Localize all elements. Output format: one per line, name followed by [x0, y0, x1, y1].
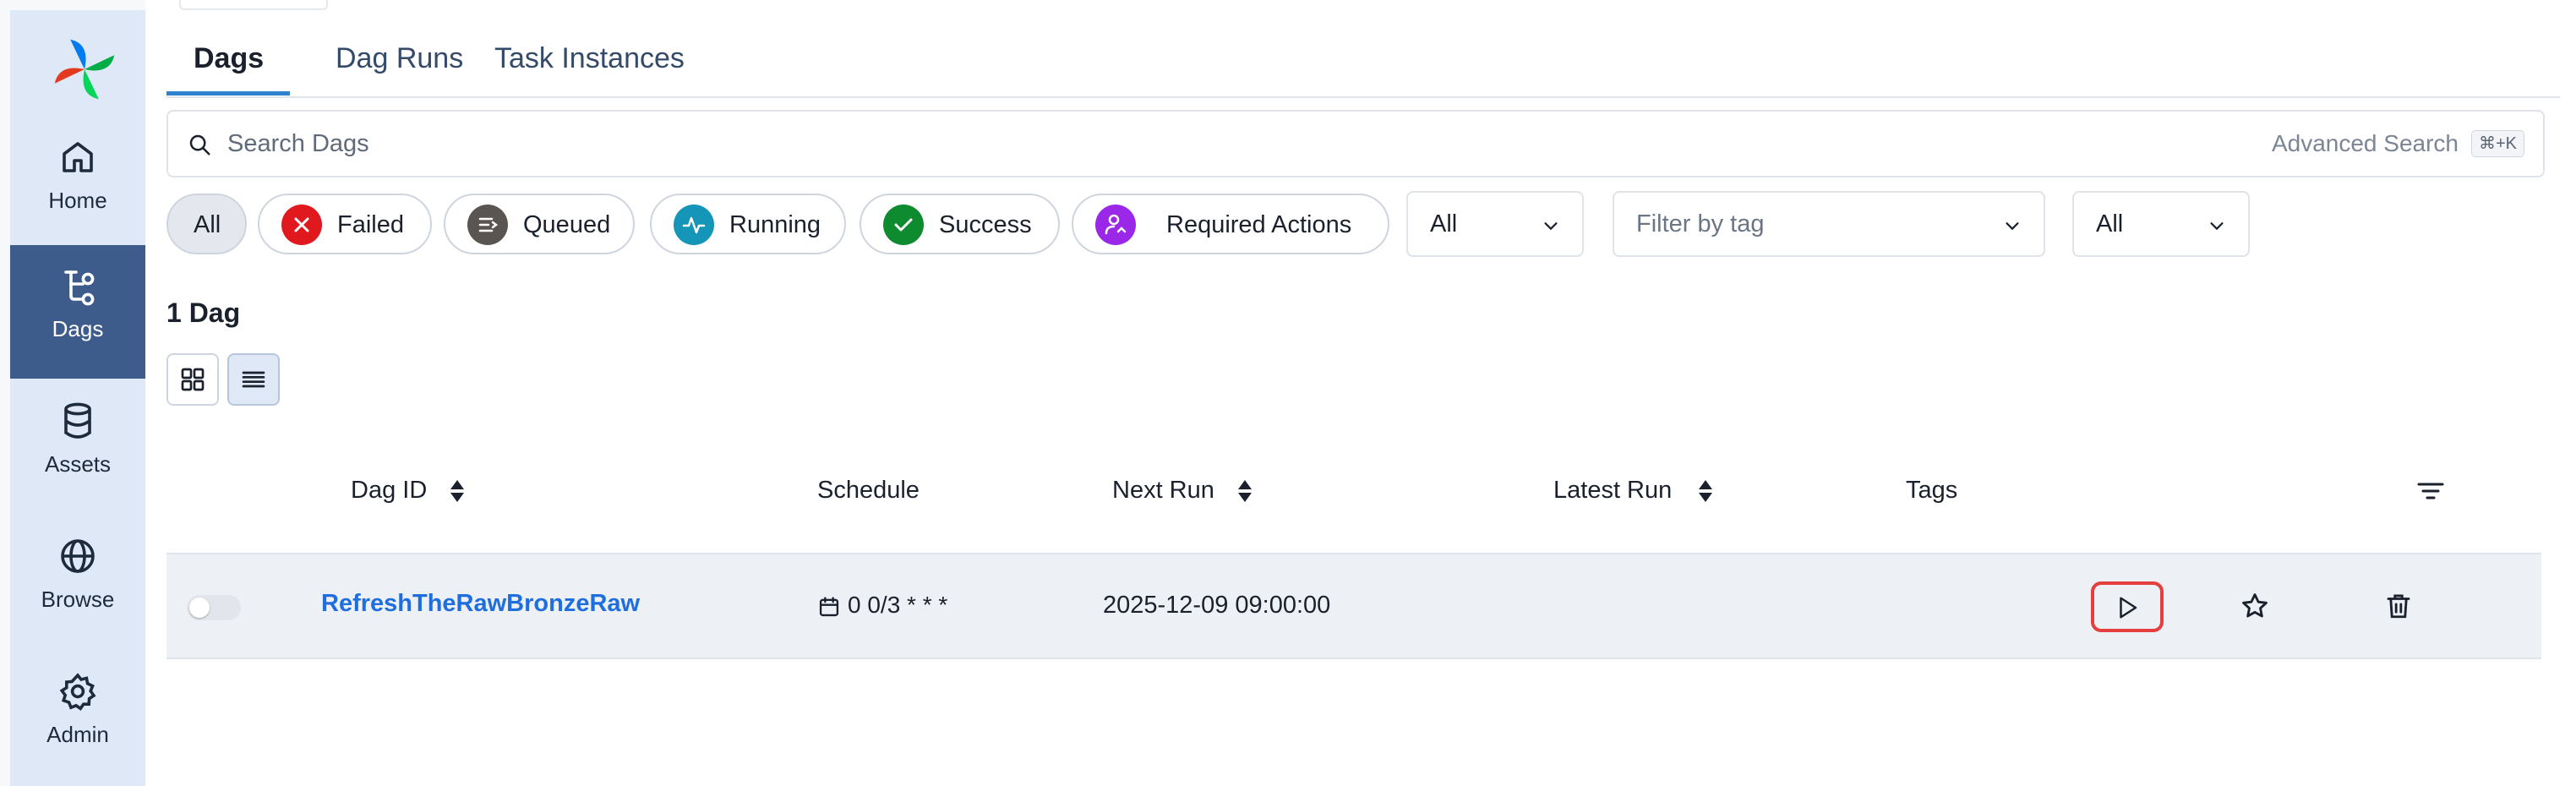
grid-icon — [181, 368, 205, 391]
column-header-next-run[interactable]: Next Run — [1112, 477, 1214, 505]
activity-icon — [674, 205, 714, 245]
active-tab-indicator — [166, 91, 290, 96]
filter-chip-failed[interactable]: Failed — [258, 194, 432, 254]
filter-chip-queued[interactable]: Queued — [444, 194, 635, 254]
chip-label: Success — [939, 211, 1032, 238]
chip-label: Running — [729, 211, 821, 238]
sidebar-item-dags[interactable]: Dags — [10, 245, 145, 379]
tab-bar: Dags Dag Runs Task Instances — [166, 34, 2560, 98]
tag-filter-select[interactable]: Filter by tag — [1613, 191, 2045, 257]
column-header-dag-id[interactable]: Dag ID — [351, 477, 427, 505]
filter-chip-all[interactable]: All — [166, 194, 247, 254]
column-filter-icon[interactable] — [2415, 478, 2446, 504]
search-input[interactable] — [226, 122, 1750, 166]
paused-select[interactable]: All — [1406, 191, 1584, 257]
column-header-schedule: Schedule — [817, 477, 920, 504]
tab-task-instances[interactable]: Task Instances — [494, 42, 685, 75]
main-content: Dags Dag Runs Task Instances Advanced Se… — [145, 0, 2576, 786]
chip-label: All — [194, 211, 221, 238]
select-value: All — [2096, 210, 2124, 237]
trigger-dag-button[interactable] — [2091, 581, 2164, 632]
search-icon — [189, 134, 210, 156]
filter-chip-running[interactable]: Running — [650, 194, 846, 254]
chevron-down-icon — [2210, 222, 2224, 231]
sidebar-item-label: Home — [48, 188, 107, 213]
sidebar-item-assets[interactable]: Assets — [10, 380, 145, 514]
sort-icon[interactable] — [1696, 478, 1715, 504]
chevron-down-icon — [2006, 222, 2019, 231]
table-row: RefreshTheRawBronzeRaw 0 0/3 * * * 2025-… — [166, 553, 2541, 659]
pause-toggle[interactable] — [187, 595, 241, 620]
filter-chip-required-actions[interactable]: Required Actions — [1072, 194, 1389, 254]
queue-icon — [467, 205, 508, 245]
chip-label: Failed — [337, 211, 404, 238]
tag-mode-select[interactable]: All — [2072, 191, 2250, 257]
airflow-logo[interactable] — [49, 34, 120, 105]
sidebar-item-browse[interactable]: Browse — [10, 516, 145, 649]
tab-label: Dags — [194, 42, 265, 74]
database-icon — [64, 402, 91, 439]
table-view-button[interactable] — [227, 353, 280, 406]
select-value: All — [1430, 210, 1458, 237]
results-count: 1 Dag — [166, 297, 241, 328]
gear-icon — [59, 673, 96, 711]
play-icon — [2120, 597, 2137, 619]
dags-icon — [64, 270, 95, 306]
star-icon[interactable] — [2240, 592, 2269, 620]
select-placeholder: Filter by tag — [1636, 210, 1765, 237]
tab-dags[interactable]: Dags — [194, 42, 264, 75]
sidebar-item-label: Assets — [44, 451, 112, 477]
tab-label: Task Instances — [494, 42, 685, 74]
column-header-latest-run[interactable]: Latest Run — [1553, 477, 1672, 505]
search-bar: Advanced Search ⌘+K — [166, 110, 2545, 177]
sidebar-item-admin[interactable]: Admin — [10, 651, 145, 784]
toggle-knob — [189, 598, 210, 618]
sidebar-item-label: Browse — [41, 587, 115, 612]
column-header-tags: Tags — [1906, 477, 1958, 504]
advanced-search-link[interactable]: Advanced Search — [2272, 130, 2459, 157]
tab-label: Dag Runs — [336, 42, 464, 74]
browser-tab-stub — [179, 0, 328, 10]
chip-label: Queued — [523, 211, 611, 238]
sidebar-item-home[interactable]: Home — [10, 117, 145, 250]
check-icon — [883, 205, 924, 245]
keyboard-shortcut-badge: ⌘+K — [2470, 130, 2524, 157]
sidebar-item-label: Dags — [52, 316, 104, 341]
sidebar: Home Dags Assets Browse Admin — [10, 10, 145, 786]
user-action-icon — [1095, 205, 1136, 245]
next-run-value: 2025-12-09 09:00:00 — [1103, 592, 1331, 619]
chevron-down-icon — [1544, 222, 1558, 231]
chip-label: Required Actions — [1166, 211, 1352, 238]
trash-icon[interactable] — [2384, 592, 2413, 620]
x-icon — [281, 205, 322, 245]
globe-icon — [61, 539, 95, 573]
list-icon — [242, 371, 265, 388]
sort-icon[interactable] — [1236, 478, 1254, 504]
home-icon — [63, 142, 93, 172]
tab-dag-runs[interactable]: Dag Runs — [336, 42, 463, 75]
card-view-button[interactable] — [166, 353, 219, 406]
filter-chip-success[interactable]: Success — [860, 194, 1060, 254]
schedule-value: 0 0/3 * * * — [848, 592, 948, 618]
sidebar-item-label: Admin — [46, 722, 109, 747]
calendar-icon — [819, 597, 839, 617]
dag-id-link[interactable]: RefreshTheRawBronzeRaw — [321, 590, 640, 618]
sort-icon[interactable] — [448, 478, 467, 504]
